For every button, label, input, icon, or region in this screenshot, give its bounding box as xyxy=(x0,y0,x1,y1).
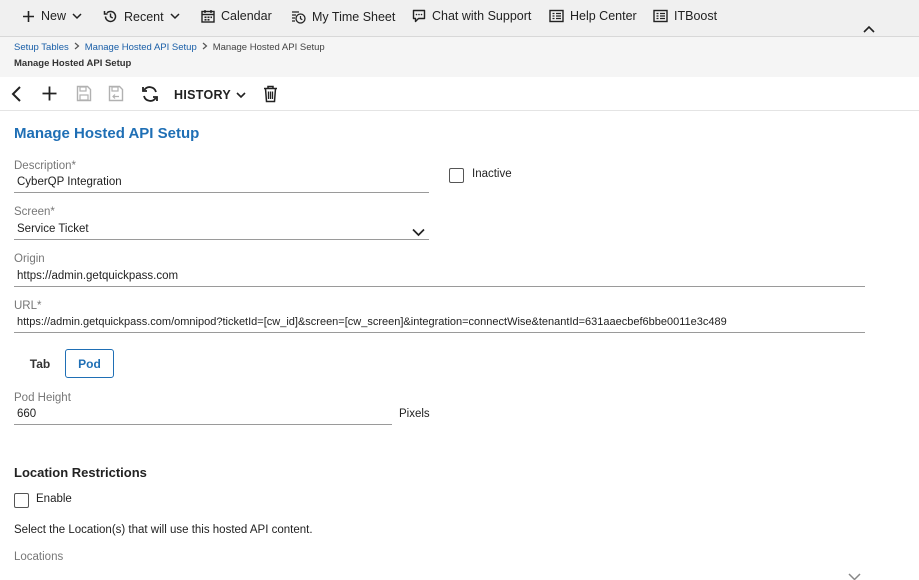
chevron-up-icon[interactable] xyxy=(863,22,875,36)
new-menu[interactable]: New xyxy=(22,9,82,23)
chat-support-link[interactable]: Chat with Support xyxy=(412,9,531,23)
history-icon xyxy=(103,9,118,24)
breadcrumb: Setup Tables Manage Hosted API Setup Man… xyxy=(14,42,325,53)
locations-label: Locations xyxy=(14,551,64,563)
location-info-text: Select the Location(s) that will use thi… xyxy=(14,524,313,536)
breadcrumb-setup-tables[interactable]: Setup Tables xyxy=(14,42,69,53)
calendar-icon xyxy=(201,9,215,23)
chevron-down-icon[interactable] xyxy=(848,570,861,580)
breadcrumb-manage-hosted-api[interactable]: Manage Hosted API Setup xyxy=(85,42,197,53)
chevron-right-icon xyxy=(74,42,80,53)
help-center-link[interactable]: Help Center xyxy=(549,9,637,23)
chevron-down-icon xyxy=(72,12,82,20)
toolbar: HISTORY xyxy=(0,78,919,111)
breadcrumb-current: Manage Hosted API Setup xyxy=(212,42,325,53)
recent-menu-label: Recent xyxy=(124,9,164,24)
chevron-down-icon xyxy=(236,88,246,102)
origin-field[interactable]: https://admin.getquickpass.com xyxy=(14,270,865,287)
help-center-icon xyxy=(549,9,564,23)
timesheet-label: My Time Sheet xyxy=(312,9,396,24)
url-label: URL* xyxy=(14,300,42,312)
itboost-label: ITBoost xyxy=(674,9,718,23)
page-title: Manage Hosted API Setup xyxy=(14,125,200,142)
inactive-label: Inactive xyxy=(472,168,512,180)
location-restrictions-heading: Location Restrictions xyxy=(14,465,147,480)
itboost-icon xyxy=(653,9,668,23)
tab-option[interactable]: Tab xyxy=(22,349,58,378)
screen-label: Screen* xyxy=(14,206,55,218)
plus-icon xyxy=(22,10,35,23)
pod-height-label: Pod Height xyxy=(14,392,71,404)
inactive-checkbox[interactable] xyxy=(449,168,464,183)
save-close-icon[interactable] xyxy=(108,85,124,105)
calendar-label: Calendar xyxy=(221,9,272,23)
chevron-right-icon xyxy=(202,42,208,53)
screen-select[interactable]: Service Ticket xyxy=(14,223,429,240)
enable-label: Enable xyxy=(36,493,72,505)
description-field[interactable]: CyberQP Integration xyxy=(14,176,429,193)
timesheet-link[interactable]: My Time Sheet xyxy=(291,9,395,24)
chat-support-label: Chat with Support xyxy=(432,9,532,23)
chevron-down-icon[interactable] xyxy=(412,226,425,240)
description-label: Description* xyxy=(14,160,76,172)
page-subtitle: Manage Hosted API Setup xyxy=(14,58,132,69)
chat-icon xyxy=(412,9,426,23)
timesheet-icon xyxy=(291,9,306,24)
back-icon[interactable] xyxy=(11,85,23,106)
trash-icon[interactable] xyxy=(263,85,278,106)
chevron-down-icon xyxy=(170,13,180,20)
history-menu[interactable]: HISTORY xyxy=(174,88,246,102)
recent-menu[interactable]: Recent xyxy=(103,9,180,24)
new-menu-label: New xyxy=(41,9,67,23)
save-icon[interactable] xyxy=(76,85,92,105)
add-icon[interactable] xyxy=(41,85,58,105)
calendar-link[interactable]: Calendar xyxy=(201,9,272,23)
help-center-label: Help Center xyxy=(570,9,637,23)
history-label: HISTORY xyxy=(174,88,231,102)
origin-label: Origin xyxy=(14,253,45,265)
pixels-unit-label: Pixels xyxy=(399,408,430,420)
itboost-link[interactable]: ITBoost xyxy=(653,9,717,23)
pod-height-field[interactable]: 660 xyxy=(14,408,392,425)
refresh-icon[interactable] xyxy=(141,85,159,106)
top-nav: New Recent Calendar My Time Sheet Chat w… xyxy=(0,0,919,37)
pod-option[interactable]: Pod xyxy=(65,349,114,378)
enable-checkbox[interactable] xyxy=(14,493,29,508)
url-field[interactable]: https://admin.getquickpass.com/omnipod?t… xyxy=(14,316,865,333)
